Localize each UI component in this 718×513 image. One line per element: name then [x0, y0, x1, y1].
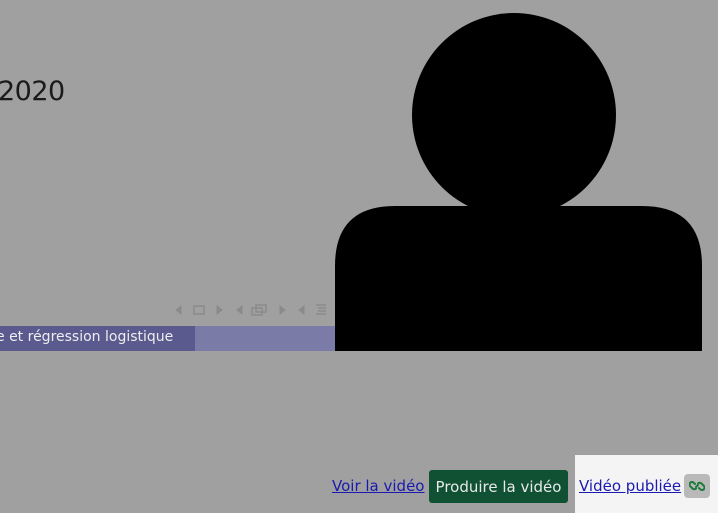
slide-preview: 2020 e et régression logistique	[0, 0, 718, 351]
nav-left-arrow-icon	[175, 304, 182, 316]
copy-link-button[interactable]	[684, 474, 710, 498]
published-video-link[interactable]: Vidéo publiée	[579, 477, 681, 495]
slide-year-text: 2020	[0, 76, 65, 107]
slide-footer-title: e et régression logistique	[0, 329, 174, 345]
nav-left-arrow-icon	[236, 304, 243, 316]
produce-video-button[interactable]: Produire la vidéo	[429, 470, 568, 503]
frame-icon	[193, 305, 205, 315]
view-video-link[interactable]: Voir la vidéo	[332, 477, 424, 495]
section-icon	[316, 304, 326, 315]
published-video-panel: Vidéo publiée	[575, 455, 718, 513]
video-action-bar: Voir la vidéo Produire la vidéo Vidéo pu…	[0, 455, 718, 513]
link-icon	[689, 481, 705, 491]
nav-right-arrow-icon	[279, 304, 286, 316]
user-avatar-icon	[335, 8, 702, 351]
slide-footer-band: e et régression logistique	[0, 326, 335, 351]
nav-right-arrow-icon	[216, 304, 223, 316]
nav-left-arrow-icon	[298, 304, 305, 316]
slide-footer-title-block: e et régression logistique	[0, 326, 195, 351]
beamer-navigation-symbols	[174, 302, 334, 318]
